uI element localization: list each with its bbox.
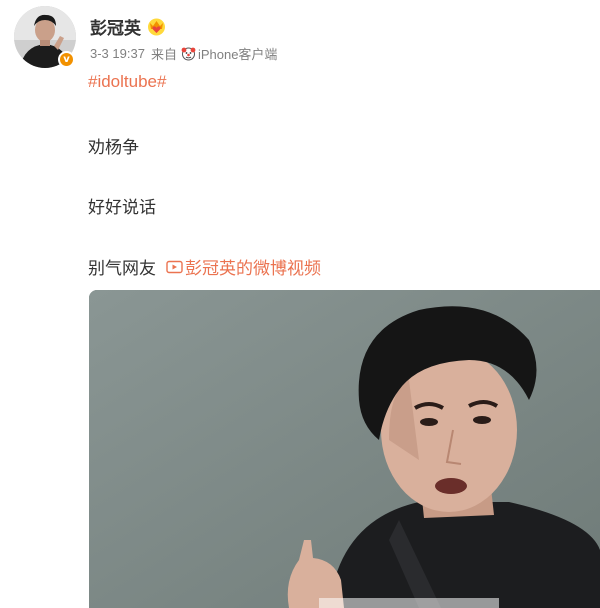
author-name[interactable]: 彭冠英 <box>90 14 141 39</box>
source-device[interactable]: iPhone客户端 <box>198 44 277 63</box>
post-timestamp[interactable]: 3-3 19:37 <box>90 46 145 61</box>
video-link[interactable]: 彭冠英的微博视频 <box>166 254 321 279</box>
verified-badge-icon: v <box>58 51 75 68</box>
video-thumbnail[interactable] <box>89 290 600 608</box>
clown-face-icon <box>181 46 196 61</box>
author-row: 彭冠英 <box>90 14 166 38</box>
crown-heart-icon[interactable] <box>147 17 166 36</box>
post-text-line: 别气网友 彭冠英的微博视频 <box>88 254 321 279</box>
source-prefix: 来自 <box>150 47 177 62</box>
video-link-label: 彭冠英的微博视频 <box>185 259 321 278</box>
hashtag-link[interactable]: #idoltube# <box>88 72 166 92</box>
avatar-container[interactable]: v <box>14 6 76 68</box>
video-play-icon <box>166 260 183 273</box>
post-meta: 3-3 19:37 来自 iPhone客户端 <box>90 44 277 63</box>
post-text-line: 好好说话 <box>88 198 156 217</box>
post-text-segment: 别气网友 <box>88 259 156 278</box>
post-text-line: 劝杨争 <box>88 138 139 157</box>
